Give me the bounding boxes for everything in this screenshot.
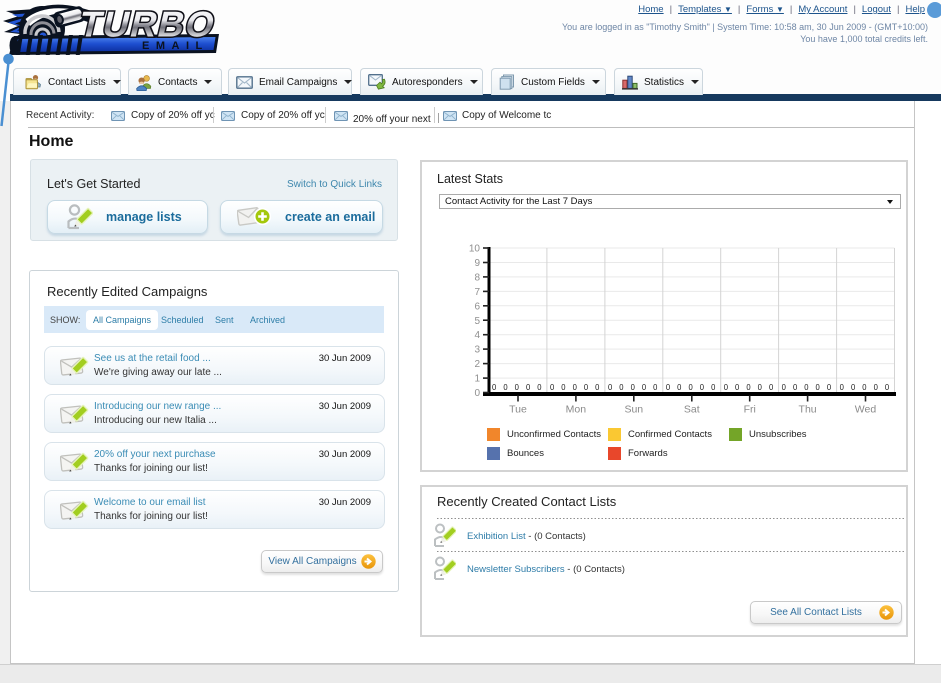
svg-text:0: 0 xyxy=(793,383,798,392)
svg-text:0: 0 xyxy=(769,383,774,392)
svg-text:0: 0 xyxy=(642,383,647,392)
svg-text:Mon: Mon xyxy=(566,404,587,416)
svg-text:0: 0 xyxy=(758,383,763,392)
svg-text:5: 5 xyxy=(474,316,480,327)
svg-text:2: 2 xyxy=(474,359,480,370)
svg-text:7: 7 xyxy=(474,287,480,298)
svg-text:0: 0 xyxy=(561,383,566,392)
svg-text:0: 0 xyxy=(735,383,740,392)
svg-text:8: 8 xyxy=(474,272,480,283)
svg-text:0: 0 xyxy=(827,383,832,392)
svg-text:0: 0 xyxy=(724,383,729,392)
svg-text:0: 0 xyxy=(746,383,751,392)
svg-text:Thu: Thu xyxy=(799,404,817,416)
svg-text:Tue: Tue xyxy=(509,404,527,416)
svg-text:0: 0 xyxy=(608,383,613,392)
svg-text:0: 0 xyxy=(653,383,658,392)
svg-text:0: 0 xyxy=(573,383,578,392)
svg-text:0: 0 xyxy=(840,383,845,392)
svg-text:6: 6 xyxy=(474,301,480,312)
svg-text:0: 0 xyxy=(851,383,856,392)
svg-text:4: 4 xyxy=(474,330,480,341)
svg-text:0: 0 xyxy=(700,383,705,392)
svg-text:3: 3 xyxy=(474,345,480,356)
svg-text:0: 0 xyxy=(550,383,555,392)
svg-text:0: 0 xyxy=(711,383,716,392)
svg-text:Sun: Sun xyxy=(624,404,643,416)
svg-text:0: 0 xyxy=(688,383,693,392)
svg-text:10: 10 xyxy=(469,244,481,255)
svg-text:Sat: Sat xyxy=(684,404,700,416)
svg-text:0: 0 xyxy=(804,383,809,392)
svg-text:0: 0 xyxy=(526,383,531,392)
svg-text:1: 1 xyxy=(474,374,480,385)
svg-text:0: 0 xyxy=(537,383,542,392)
svg-text:0: 0 xyxy=(492,383,497,392)
svg-text:0: 0 xyxy=(595,383,600,392)
svg-text:0: 0 xyxy=(619,383,624,392)
svg-text:Fri: Fri xyxy=(744,404,756,416)
svg-text:0: 0 xyxy=(474,388,480,399)
svg-text:0: 0 xyxy=(874,383,879,392)
svg-text:0: 0 xyxy=(666,383,671,392)
svg-text:0: 0 xyxy=(584,383,589,392)
svg-text:TURBO: TURBO xyxy=(75,4,220,44)
svg-text:9: 9 xyxy=(474,258,480,269)
svg-text:0: 0 xyxy=(677,383,682,392)
svg-text:Wed: Wed xyxy=(855,404,877,416)
svg-text:0: 0 xyxy=(816,383,821,392)
svg-text:0: 0 xyxy=(862,383,867,392)
svg-text:0: 0 xyxy=(503,383,508,392)
svg-text:0: 0 xyxy=(515,383,520,392)
svg-text:0: 0 xyxy=(631,383,636,392)
svg-text:0: 0 xyxy=(782,383,787,392)
svg-text:0: 0 xyxy=(885,383,890,392)
